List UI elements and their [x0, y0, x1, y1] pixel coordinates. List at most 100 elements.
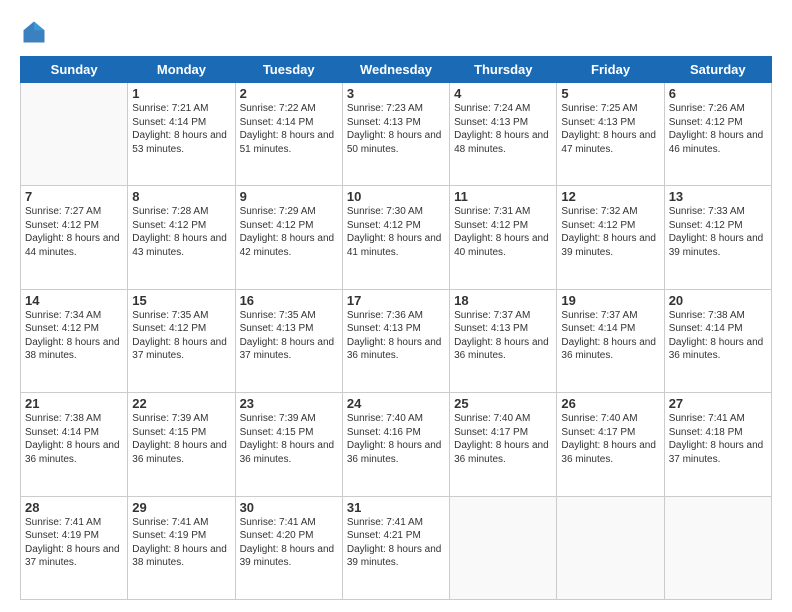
calendar-week-row: 28 Sunrise: 7:41 AMSunset: 4:19 PMDaylig… [21, 496, 772, 599]
calendar-cell: 27 Sunrise: 7:41 AMSunset: 4:18 PMDaylig… [664, 393, 771, 496]
calendar-cell: 26 Sunrise: 7:40 AMSunset: 4:17 PMDaylig… [557, 393, 664, 496]
calendar-cell: 16 Sunrise: 7:35 AMSunset: 4:13 PMDaylig… [235, 289, 342, 392]
cell-details: Sunrise: 7:24 AMSunset: 4:13 PMDaylight:… [454, 103, 549, 155]
logo-icon [20, 18, 48, 46]
day-number: 27 [669, 396, 767, 411]
calendar-cell: 4 Sunrise: 7:24 AMSunset: 4:13 PMDayligh… [450, 83, 557, 186]
calendar-table: SundayMondayTuesdayWednesdayThursdayFrid… [20, 56, 772, 600]
day-number: 30 [240, 500, 338, 515]
cell-details: Sunrise: 7:25 AMSunset: 4:13 PMDaylight:… [561, 103, 656, 155]
weekday-header: Tuesday [235, 57, 342, 83]
day-number: 26 [561, 396, 659, 411]
calendar-cell: 8 Sunrise: 7:28 AMSunset: 4:12 PMDayligh… [128, 186, 235, 289]
weekday-header: Sunday [21, 57, 128, 83]
weekday-header-row: SundayMondayTuesdayWednesdayThursdayFrid… [21, 57, 772, 83]
cell-details: Sunrise: 7:37 AMSunset: 4:14 PMDaylight:… [561, 310, 656, 362]
cell-details: Sunrise: 7:38 AMSunset: 4:14 PMDaylight:… [669, 310, 764, 362]
cell-details: Sunrise: 7:28 AMSunset: 4:12 PMDaylight:… [132, 206, 227, 258]
weekday-header: Friday [557, 57, 664, 83]
day-number: 24 [347, 396, 445, 411]
cell-details: Sunrise: 7:22 AMSunset: 4:14 PMDaylight:… [240, 103, 335, 155]
calendar-week-row: 7 Sunrise: 7:27 AMSunset: 4:12 PMDayligh… [21, 186, 772, 289]
cell-details: Sunrise: 7:36 AMSunset: 4:13 PMDaylight:… [347, 310, 442, 362]
day-number: 3 [347, 86, 445, 101]
calendar-cell: 28 Sunrise: 7:41 AMSunset: 4:19 PMDaylig… [21, 496, 128, 599]
cell-details: Sunrise: 7:41 AMSunset: 4:21 PMDaylight:… [347, 517, 442, 569]
day-number: 8 [132, 189, 230, 204]
day-number: 20 [669, 293, 767, 308]
calendar-cell: 29 Sunrise: 7:41 AMSunset: 4:19 PMDaylig… [128, 496, 235, 599]
day-number: 9 [240, 189, 338, 204]
day-number: 11 [454, 189, 552, 204]
cell-details: Sunrise: 7:35 AMSunset: 4:12 PMDaylight:… [132, 310, 227, 362]
calendar-cell: 30 Sunrise: 7:41 AMSunset: 4:20 PMDaylig… [235, 496, 342, 599]
day-number: 2 [240, 86, 338, 101]
calendar-cell: 12 Sunrise: 7:32 AMSunset: 4:12 PMDaylig… [557, 186, 664, 289]
day-number: 14 [25, 293, 123, 308]
day-number: 29 [132, 500, 230, 515]
cell-details: Sunrise: 7:34 AMSunset: 4:12 PMDaylight:… [25, 310, 120, 362]
cell-details: Sunrise: 7:38 AMSunset: 4:14 PMDaylight:… [25, 413, 120, 465]
calendar-cell: 24 Sunrise: 7:40 AMSunset: 4:16 PMDaylig… [342, 393, 449, 496]
cell-details: Sunrise: 7:41 AMSunset: 4:19 PMDaylight:… [132, 517, 227, 569]
calendar-cell: 2 Sunrise: 7:22 AMSunset: 4:14 PMDayligh… [235, 83, 342, 186]
calendar-cell [450, 496, 557, 599]
calendar-cell: 5 Sunrise: 7:25 AMSunset: 4:13 PMDayligh… [557, 83, 664, 186]
calendar-cell: 31 Sunrise: 7:41 AMSunset: 4:21 PMDaylig… [342, 496, 449, 599]
day-number: 15 [132, 293, 230, 308]
calendar-cell: 25 Sunrise: 7:40 AMSunset: 4:17 PMDaylig… [450, 393, 557, 496]
cell-details: Sunrise: 7:40 AMSunset: 4:17 PMDaylight:… [561, 413, 656, 465]
calendar-cell: 3 Sunrise: 7:23 AMSunset: 4:13 PMDayligh… [342, 83, 449, 186]
day-number: 25 [454, 396, 552, 411]
calendar-cell: 1 Sunrise: 7:21 AMSunset: 4:14 PMDayligh… [128, 83, 235, 186]
cell-details: Sunrise: 7:30 AMSunset: 4:12 PMDaylight:… [347, 206, 442, 258]
day-number: 28 [25, 500, 123, 515]
calendar-cell: 10 Sunrise: 7:30 AMSunset: 4:12 PMDaylig… [342, 186, 449, 289]
cell-details: Sunrise: 7:32 AMSunset: 4:12 PMDaylight:… [561, 206, 656, 258]
calendar-cell [664, 496, 771, 599]
calendar-cell: 9 Sunrise: 7:29 AMSunset: 4:12 PMDayligh… [235, 186, 342, 289]
calendar-cell: 18 Sunrise: 7:37 AMSunset: 4:13 PMDaylig… [450, 289, 557, 392]
calendar-week-row: 1 Sunrise: 7:21 AMSunset: 4:14 PMDayligh… [21, 83, 772, 186]
calendar-cell: 22 Sunrise: 7:39 AMSunset: 4:15 PMDaylig… [128, 393, 235, 496]
day-number: 21 [25, 396, 123, 411]
calendar-cell: 21 Sunrise: 7:38 AMSunset: 4:14 PMDaylig… [21, 393, 128, 496]
weekday-header: Wednesday [342, 57, 449, 83]
page: SundayMondayTuesdayWednesdayThursdayFrid… [0, 0, 792, 612]
cell-details: Sunrise: 7:29 AMSunset: 4:12 PMDaylight:… [240, 206, 335, 258]
calendar-cell [21, 83, 128, 186]
header [20, 18, 772, 46]
day-number: 6 [669, 86, 767, 101]
calendar-week-row: 21 Sunrise: 7:38 AMSunset: 4:14 PMDaylig… [21, 393, 772, 496]
cell-details: Sunrise: 7:41 AMSunset: 4:18 PMDaylight:… [669, 413, 764, 465]
day-number: 1 [132, 86, 230, 101]
calendar-cell: 7 Sunrise: 7:27 AMSunset: 4:12 PMDayligh… [21, 186, 128, 289]
cell-details: Sunrise: 7:35 AMSunset: 4:13 PMDaylight:… [240, 310, 335, 362]
day-number: 18 [454, 293, 552, 308]
day-number: 19 [561, 293, 659, 308]
calendar-cell: 23 Sunrise: 7:39 AMSunset: 4:15 PMDaylig… [235, 393, 342, 496]
day-number: 5 [561, 86, 659, 101]
cell-details: Sunrise: 7:21 AMSunset: 4:14 PMDaylight:… [132, 103, 227, 155]
day-number: 7 [25, 189, 123, 204]
cell-details: Sunrise: 7:23 AMSunset: 4:13 PMDaylight:… [347, 103, 442, 155]
cell-details: Sunrise: 7:26 AMSunset: 4:12 PMDaylight:… [669, 103, 764, 155]
cell-details: Sunrise: 7:40 AMSunset: 4:16 PMDaylight:… [347, 413, 442, 465]
cell-details: Sunrise: 7:41 AMSunset: 4:19 PMDaylight:… [25, 517, 120, 569]
cell-details: Sunrise: 7:27 AMSunset: 4:12 PMDaylight:… [25, 206, 120, 258]
calendar-cell: 19 Sunrise: 7:37 AMSunset: 4:14 PMDaylig… [557, 289, 664, 392]
calendar-cell: 14 Sunrise: 7:34 AMSunset: 4:12 PMDaylig… [21, 289, 128, 392]
day-number: 4 [454, 86, 552, 101]
logo [20, 18, 52, 46]
day-number: 23 [240, 396, 338, 411]
day-number: 12 [561, 189, 659, 204]
calendar-cell [557, 496, 664, 599]
cell-details: Sunrise: 7:39 AMSunset: 4:15 PMDaylight:… [240, 413, 335, 465]
day-number: 31 [347, 500, 445, 515]
weekday-header: Thursday [450, 57, 557, 83]
cell-details: Sunrise: 7:31 AMSunset: 4:12 PMDaylight:… [454, 206, 549, 258]
day-number: 13 [669, 189, 767, 204]
calendar-cell: 11 Sunrise: 7:31 AMSunset: 4:12 PMDaylig… [450, 186, 557, 289]
calendar-cell: 17 Sunrise: 7:36 AMSunset: 4:13 PMDaylig… [342, 289, 449, 392]
day-number: 10 [347, 189, 445, 204]
